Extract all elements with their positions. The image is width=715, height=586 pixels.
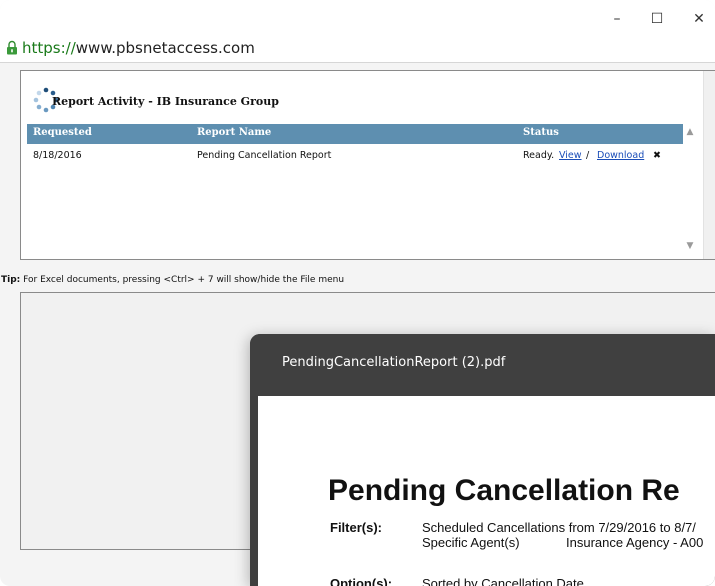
close-button[interactable]: ✕ <box>690 10 708 28</box>
report-table-header: Requested Report Name Status <box>27 124 683 144</box>
tip-message: For Excel documents, pressing <Ctrl> + 7… <box>23 275 345 285</box>
filter-agent-value: Insurance Agency - A00 <box>566 535 704 550</box>
lock-icon <box>7 40 17 55</box>
table-scrollbar[interactable]: ▲ ▼ <box>683 124 697 254</box>
requested-date: 8/18/2016 <box>33 150 82 161</box>
maximize-button[interactable]: ☐ <box>648 10 666 28</box>
link-separator: / <box>586 150 590 161</box>
browser-window: – ☐ ✕ https://www.pbsnetaccess.com Repor… <box>0 0 715 586</box>
panel-scrollbar[interactable] <box>703 71 715 259</box>
scroll-down-icon[interactable]: ▼ <box>685 241 695 251</box>
minimize-button[interactable]: – <box>608 10 626 28</box>
pdf-filename: PendingCancellationReport (2).pdf <box>282 355 506 370</box>
url-scheme: https:// <box>22 39 76 57</box>
status-text: Ready. <box>523 150 555 161</box>
column-header-report-name: Report Name <box>197 127 272 138</box>
report-name: Pending Cancellation Report <box>197 150 332 161</box>
tip-label: Tip: <box>1 275 21 285</box>
report-table-body: 8/18/2016 Pending Cancellation Report Re… <box>27 144 683 254</box>
url-host: www.pbsnetaccess.com <box>75 39 255 57</box>
option-label: Option(s): <box>330 576 393 586</box>
download-link[interactable]: Download <box>597 150 644 161</box>
filter-label: Filter(s): <box>330 520 382 535</box>
report-activity-title: Report Activity - IB Insurance Group <box>52 95 279 108</box>
pdf-page: Pending Cancellation Re Filter(s): Sched… <box>258 396 715 586</box>
pdf-viewer-titlebar: PendingCancellationReport (2).pdf <box>250 334 715 396</box>
column-header-status: Status <box>523 127 559 138</box>
filter-line-1: Scheduled Cancellations from 7/29/2016 t… <box>422 520 696 535</box>
tip-text: Tip: For Excel documents, pressing <Ctrl… <box>1 275 344 285</box>
window-titlebar: – ☐ ✕ <box>0 0 715 36</box>
pdf-viewer-window: PendingCancellationReport (2).pdf Pendin… <box>250 334 715 586</box>
scroll-up-icon[interactable]: ▲ <box>685 127 695 137</box>
address-bar[interactable]: https://www.pbsnetaccess.com <box>0 36 715 63</box>
delete-report-icon[interactable]: ✖ <box>653 150 661 161</box>
document-title: Pending Cancellation Re <box>328 474 680 507</box>
view-link[interactable]: View <box>559 150 582 161</box>
filter-agent-label: Specific Agent(s) <box>422 535 520 550</box>
url-text[interactable]: https://www.pbsnetaccess.com <box>22 39 255 57</box>
column-header-requested: Requested <box>33 127 92 138</box>
option-value: Sorted by Cancellation Date <box>422 576 584 586</box>
